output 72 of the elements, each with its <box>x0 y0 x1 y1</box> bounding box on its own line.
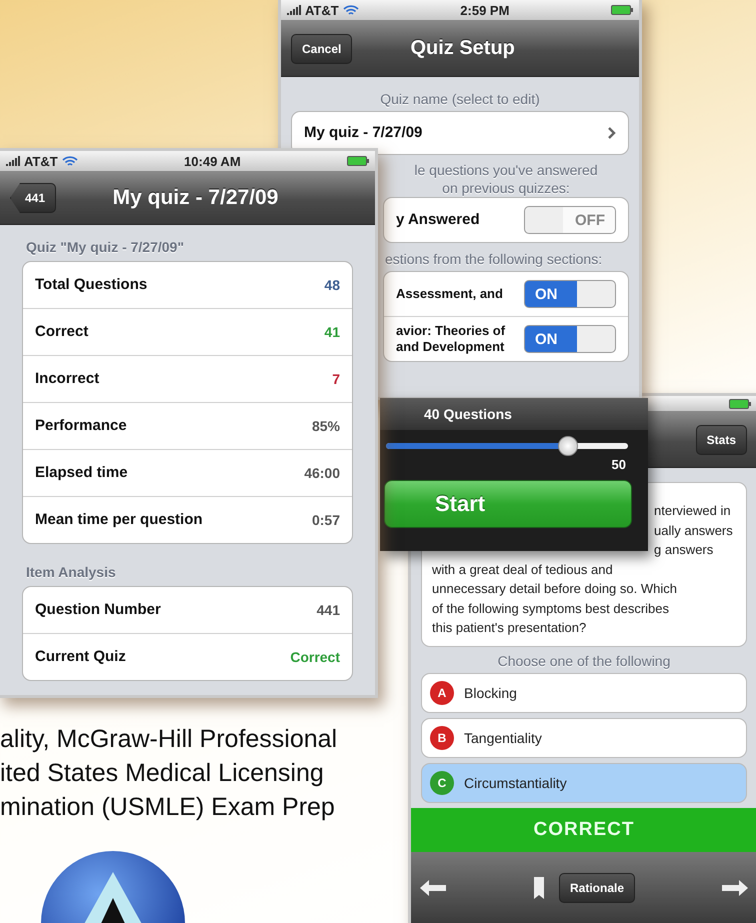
chevron-icon <box>608 127 616 139</box>
question-text: with a great deal of tedious and <box>432 560 613 579</box>
group-header: Quiz "My quiz - 7/27/09" <box>25 238 185 257</box>
stat-label: Mean time per question <box>35 511 204 529</box>
section-label: avior: Theories of <box>396 323 506 339</box>
stat-value: 0:57 <box>312 512 340 528</box>
stat-label: Elapsed time <box>35 464 129 482</box>
stat-value: 85% <box>312 418 340 434</box>
question-text: unnecessary detail before doing so. Which <box>432 580 677 598</box>
section-header: Quiz name (select to edit) <box>379 90 541 109</box>
section-header: le questions you've answered <box>413 161 599 179</box>
answer-letter: A <box>430 680 454 704</box>
stat-value: 48 <box>324 277 340 293</box>
question-text: ually answers <box>654 522 733 540</box>
clock-label: 10:49 AM <box>183 154 242 168</box>
stat-value: 7 <box>332 371 340 387</box>
back-button[interactable]: 441 <box>10 183 56 213</box>
bookmark-icon[interactable] <box>532 876 545 900</box>
right-arrow-icon[interactable] <box>720 878 749 897</box>
section-header: Choose one of the following <box>496 652 672 671</box>
toggle-switch[interactable]: ON <box>524 325 616 353</box>
slider-track[interactable] <box>386 436 628 456</box>
section-label: Assessment, and <box>396 286 504 302</box>
screen-title: Quiz Setup <box>409 37 516 60</box>
answer-option[interactable]: B Tangentiality <box>421 718 747 758</box>
group-header: Item Analysis <box>25 563 117 582</box>
rationale-button[interactable]: Rationale <box>558 872 635 903</box>
wifi-icon <box>342 4 359 16</box>
carrier-label: AT&T <box>305 2 339 18</box>
answer-option[interactable]: C Circumstantiality <box>421 762 747 802</box>
setting-label: y Answered <box>396 211 481 229</box>
answer-option[interactable]: A Blocking <box>421 672 747 712</box>
carrier-label: AT&T <box>24 154 58 168</box>
caption-text: ality, McGraw-Hill Professional <box>0 724 338 755</box>
slider-max-label: 50 <box>610 456 627 472</box>
left-arrow-icon[interactable] <box>419 878 447 897</box>
answer-letter: C <box>430 770 454 794</box>
stat-label: Performance <box>35 417 128 435</box>
section-label: and Development <box>396 339 506 355</box>
slider-thumb[interactable] <box>558 436 578 456</box>
clock-label: 2:59 PM <box>459 2 510 18</box>
stat-value: 41 <box>324 324 340 340</box>
toggle-switch[interactable]: ON <box>524 280 616 308</box>
caption-text: mination (USMLE) Exam Prep <box>0 792 336 823</box>
screen-title: My quiz - 7/27/09 <box>112 186 280 210</box>
question-text: this patient's presentation? <box>432 619 586 637</box>
question-text: nterviewed in <box>654 502 731 520</box>
stat-value: Correct <box>290 649 340 665</box>
caption-text: ited States Medical Licensing <box>0 758 325 789</box>
answer-letter: B <box>430 726 454 750</box>
panel-title: 40 Questions <box>380 398 648 430</box>
quiz-name-row[interactable]: My quiz - 7/27/09 <box>292 112 628 154</box>
stat-label: Incorrect <box>35 370 100 388</box>
signal-icon <box>287 5 301 15</box>
stat-value: 46:00 <box>304 465 340 481</box>
cancel-button[interactable]: Cancel <box>291 34 352 64</box>
stat-label: Correct <box>35 323 90 341</box>
stat-label: Total Questions <box>35 276 148 294</box>
battery-icon <box>611 5 633 15</box>
signal-icon <box>6 156 20 166</box>
battery-icon <box>347 156 369 166</box>
stat-label: Current Quiz <box>35 648 127 666</box>
stat-label: Question Number <box>35 601 162 619</box>
wifi-icon <box>62 156 78 166</box>
battery-icon <box>729 398 751 408</box>
result-banner: CORRECT <box>411 808 756 852</box>
question-text: of the following symptoms best describes <box>432 600 669 618</box>
section-header: on previous quizzes: <box>441 179 571 197</box>
stat-value: 441 <box>316 602 340 618</box>
section-header: estions from the following sections: <box>384 250 604 269</box>
question-text: g answers <box>654 541 714 559</box>
stats-button[interactable]: Stats <box>696 424 747 454</box>
